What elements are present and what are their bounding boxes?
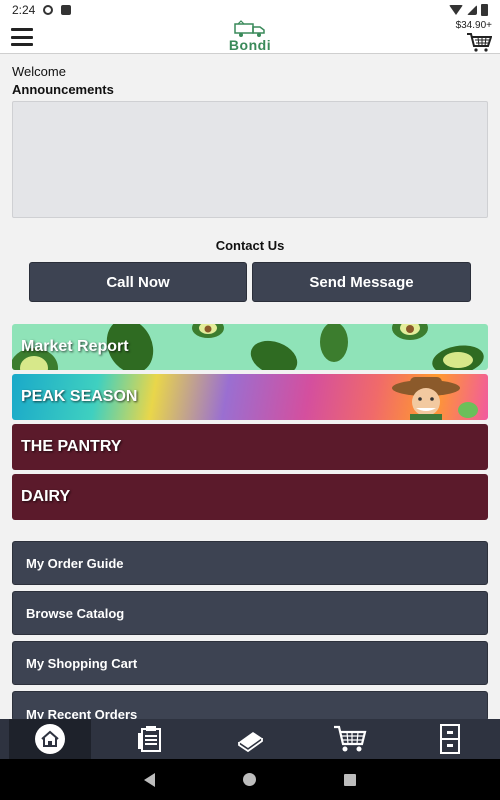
nav-cart[interactable] (300, 719, 400, 759)
dairy-banner[interactable]: DAIRY (12, 474, 488, 520)
promo-label: DAIRY (21, 488, 71, 505)
wifi-icon (449, 5, 463, 15)
announcements-heading: Announcements (12, 82, 114, 97)
send-message-button[interactable]: Send Message (252, 262, 471, 302)
the-pantry-banner[interactable]: THE PANTRY (12, 424, 488, 470)
peak-season-banner[interactable]: PEAK SEASON (12, 374, 488, 420)
nav-home[interactable] (9, 719, 91, 759)
cart-icon (334, 725, 367, 752)
browse-catalog-button[interactable]: Browse Catalog (12, 591, 488, 635)
my-shopping-cart-button[interactable]: My Shopping Cart (12, 641, 488, 685)
home-button-icon[interactable] (243, 773, 256, 786)
logo: Bondi (222, 20, 278, 54)
signal-icon (467, 5, 477, 15)
promo-label: PEAK SEASON (21, 388, 138, 405)
nav-orders[interactable] (400, 719, 500, 759)
app-header: Bondi $34.90+ (0, 20, 500, 54)
nav-catalog[interactable] (200, 719, 300, 759)
catalog-icon (238, 732, 263, 753)
promo-label: Market Report (21, 338, 129, 355)
promo-label: THE PANTRY (21, 438, 122, 455)
gear-icon (43, 5, 54, 15)
order-guide-icon (138, 726, 161, 752)
contact-heading: Contact Us (215, 238, 285, 253)
nav-order-guide[interactable] (100, 719, 200, 759)
status-bar: 2:24 (0, 0, 500, 20)
cart-icon (467, 33, 492, 52)
logo-text: Bondi (228, 37, 272, 53)
status-time: 2:24 (12, 3, 36, 17)
market-report-banner[interactable]: Market Report (12, 324, 488, 370)
back-icon[interactable] (144, 772, 155, 787)
sd-card-icon (61, 5, 72, 15)
hamburger-menu-icon[interactable] (11, 28, 33, 46)
call-now-button[interactable]: Call Now (29, 262, 247, 302)
android-nav-bar (0, 759, 500, 800)
recents-icon[interactable] (344, 773, 356, 786)
my-order-guide-button[interactable]: My Order Guide (12, 541, 488, 585)
truck-logo-icon (234, 20, 265, 37)
header-cart-button[interactable]: $34.90+ (448, 20, 492, 54)
announcements-box (12, 101, 488, 218)
my-recent-orders-button[interactable]: My Recent Orders (12, 691, 488, 721)
welcome-text: Welcome (12, 64, 66, 79)
bottom-nav (0, 719, 500, 759)
cart-total: $34.90+ (455, 20, 492, 31)
battery-icon (481, 4, 488, 16)
home-icon (41, 730, 59, 747)
orders-icon (440, 724, 460, 754)
